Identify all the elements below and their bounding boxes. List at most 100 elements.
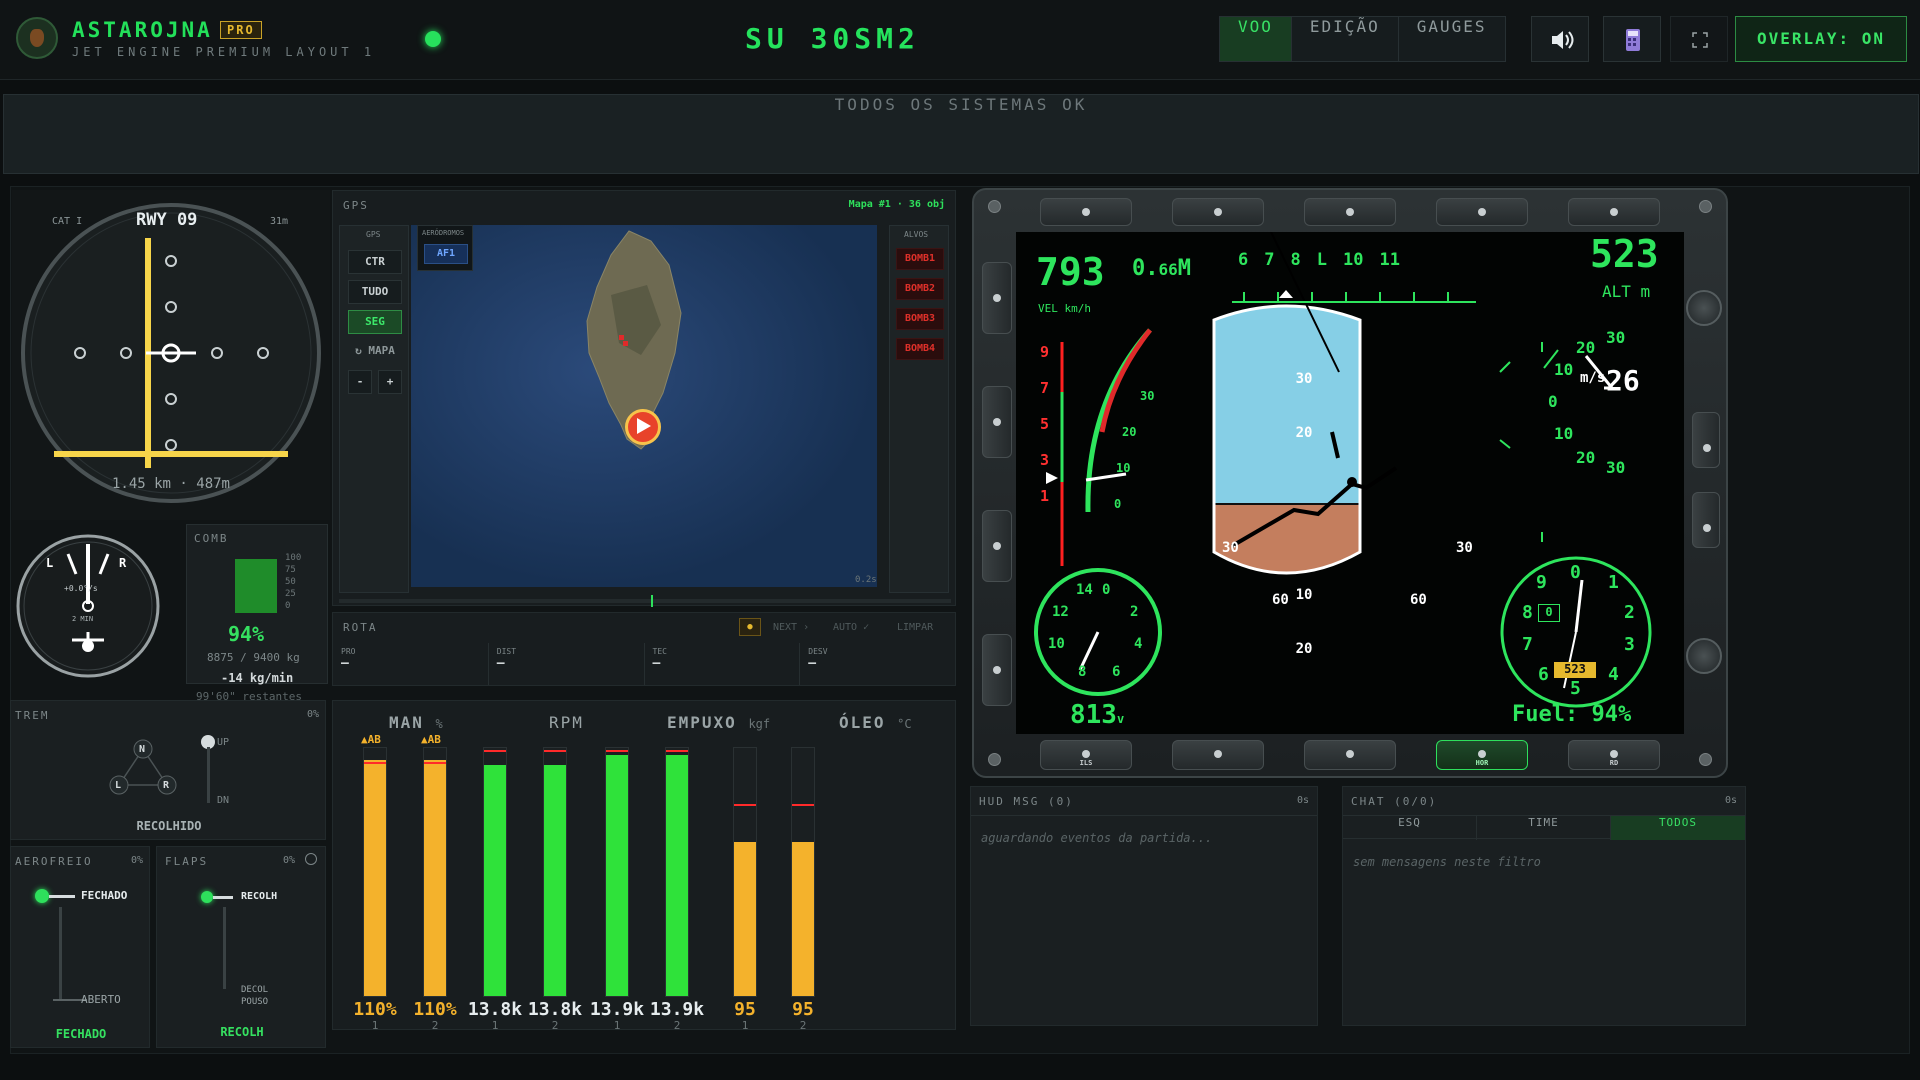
chat-tab-todos[interactable]: TODOS (1611, 816, 1745, 840)
mfd-top-key-4[interactable] (1436, 198, 1528, 226)
mfd-bottom-key-2[interactable] (1172, 740, 1264, 770)
mfd-knob-bottom[interactable] (1686, 638, 1722, 674)
flaps-lever-knob[interactable] (201, 891, 213, 903)
target-bomb4[interactable]: BOMB4 (896, 338, 944, 360)
zoom-in-button[interactable]: + (378, 370, 402, 394)
mfd-left-key-4[interactable] (982, 634, 1012, 706)
tudo-button[interactable]: TUDO (348, 280, 402, 304)
engine-bar-fill (424, 760, 446, 996)
chat-panel: CHAT (0/0) 0s ESQ TIME TODOS sem mensage… (1342, 786, 1746, 1026)
mfd-top-key-1[interactable] (1040, 198, 1132, 226)
turn-rate: +0.0°/s (64, 584, 98, 593)
engine-bar-3-2 (665, 747, 689, 997)
target-bomb2[interactable]: BOMB2 (896, 278, 944, 300)
hud-placeholder: aguardando eventos da partida... (981, 831, 1213, 845)
top-bar: ASTAROJNA PRO JET ENGINE PREMIUM LAYOUT … (0, 0, 1920, 80)
flaps-panel: FLAPS 0% RECOLH DECOL POUSO RECOLH (156, 846, 326, 1048)
mfd-right-key-2[interactable] (1692, 492, 1720, 548)
engine-index: 2 (799, 1019, 807, 1032)
map-reload-button[interactable]: ↻ MAPA (348, 340, 402, 364)
mode-tabs: VOO EDIÇÃO GAUGES (1219, 16, 1506, 62)
turn-indicator (16, 534, 160, 678)
ctr-button[interactable]: CTR (348, 250, 402, 274)
airbrake-state: FECHADO (55, 1027, 107, 1041)
engine-bar-fill (666, 755, 688, 996)
engine-bar-1-1 (363, 747, 387, 997)
ils-height: 31m (270, 216, 289, 227)
chat-tab-esq[interactable]: ESQ (1343, 816, 1477, 840)
target-bomb3[interactable]: BOMB3 (896, 308, 944, 330)
ils-distance: 1.45 km · 487m (111, 476, 230, 492)
gear-title: TREM (15, 709, 50, 722)
mfd-bottom-key-3[interactable] (1304, 740, 1396, 770)
mfd-key-rd[interactable]: RD (1568, 740, 1660, 770)
mfd-key-hor[interactable]: HOR (1436, 740, 1528, 770)
mfd-top-key-3[interactable] (1304, 198, 1396, 226)
aerodrome-af1[interactable]: AF1 (424, 244, 468, 264)
airbrake-bottom-label: ABERTO (81, 993, 121, 1006)
route-auto-button[interactable]: AUTO ✓ (833, 622, 869, 633)
engine-bar-1-2 (423, 747, 447, 997)
flaps-track[interactable] (223, 907, 226, 989)
engine-bar-limit (424, 762, 446, 764)
fuel-title: COMB (194, 532, 229, 545)
gear-lever-track[interactable] (207, 747, 210, 803)
engine-bar-fill (606, 755, 628, 996)
targets-list: ALVOS BOMB1 BOMB2 BOMB3 BOMB4 (889, 225, 949, 593)
turn-right-label: R (119, 556, 127, 570)
gps-panel: GPS Mapa #1 · 36 obj GPS CTR TUDO SEG ↻ … (332, 190, 956, 607)
engine-bar-limit (484, 750, 506, 752)
tab-edicao[interactable]: EDIÇÃO (1292, 17, 1399, 61)
engine-index: 2 (673, 1019, 681, 1032)
target-bomb1[interactable]: BOMB1 (896, 248, 944, 270)
chat-tab-time[interactable]: TIME (1477, 816, 1611, 840)
altimeter-box: 523 (1564, 662, 1586, 676)
fullscreen-button[interactable] (1670, 16, 1728, 62)
mfd-left-key-2[interactable] (982, 386, 1012, 458)
calculator-icon (1626, 29, 1640, 51)
engine-bar-4-1 (733, 747, 757, 997)
airbrake-top-label: FECHADO (81, 889, 128, 902)
turn-left-label: L (46, 556, 54, 570)
mfd-top-key-5[interactable] (1568, 198, 1660, 226)
mfd-top-key-2[interactable] (1172, 198, 1264, 226)
settings-icon[interactable] (305, 853, 317, 865)
mfd-key-ils[interactable]: ILS (1040, 740, 1132, 770)
route-title: ROTA (343, 621, 378, 634)
gps-controls: GPS CTR TUDO SEG ↻ MAPA - + (339, 225, 409, 593)
route-next-button[interactable]: NEXT › (773, 622, 809, 633)
zoom-out-button[interactable]: - (348, 370, 372, 394)
waypoint-toggle[interactable]: ● (739, 618, 761, 636)
airbrake-percent: 0% (130, 855, 143, 866)
mfd-screen: 793 0.66M VEL km/h 6 7 8 L 10 11 523 ALT m 26… (1016, 232, 1684, 734)
overlay-toggle[interactable]: OVERLAY: ON (1735, 16, 1907, 62)
seg-button[interactable]: SEG (348, 310, 402, 334)
tab-voo[interactable]: VOO (1220, 17, 1292, 61)
tab-gauges[interactable]: GAUGES (1399, 17, 1505, 61)
man-header: MAN % (389, 713, 443, 732)
engine-bar-fill (364, 760, 386, 996)
altimeter-dial: 0 1 2 3 4 5 6 7 8 9 (1522, 562, 1635, 699)
airbrake-track[interactable] (59, 907, 62, 999)
calculator-button[interactable] (1603, 16, 1661, 62)
engine-bar-fill (484, 765, 506, 996)
mfd-left-key-3[interactable] (982, 510, 1012, 582)
route-clear-button[interactable]: LIMPAR (897, 622, 933, 633)
engine-bar-4-2 (791, 747, 815, 997)
airbrake-panel: AEROFREIO 0% FECHADO ABERTO FECHADO (10, 846, 150, 1048)
satellite-map[interactable] (411, 225, 877, 587)
chat-title: CHAT (0/0) (1351, 795, 1438, 808)
map-info: Mapa #1 · 36 obj (848, 199, 945, 210)
mfd-right-key-1[interactable] (1692, 412, 1720, 468)
airbrake-lever-knob[interactable] (35, 889, 49, 903)
mfd-knob-top[interactable] (1686, 290, 1722, 326)
engine-bar-2-1 (483, 747, 507, 997)
gear-right: R (163, 780, 170, 791)
sound-button[interactable] (1531, 16, 1589, 62)
hud-time: 0s (1296, 795, 1309, 806)
engine-bar-limit (792, 804, 814, 806)
gear-left: L (115, 780, 122, 791)
fuel-mass: 8875 / 9400 kg (207, 651, 300, 664)
fullscreen-icon (1692, 32, 1708, 48)
mfd-left-key-1[interactable] (982, 262, 1012, 334)
